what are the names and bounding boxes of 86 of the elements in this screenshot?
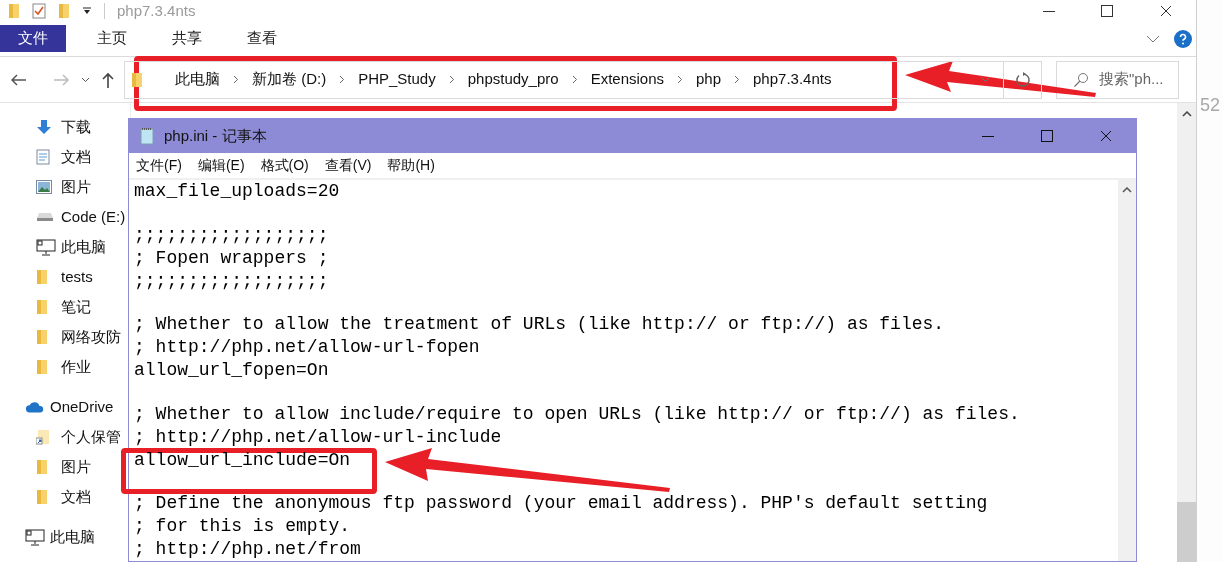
menu-item[interactable]: 编辑(E): [197, 155, 245, 176]
address-bar[interactable]: 此电脑 新加卷 (D:) PHP_Study phpstudy_pro Extensions php php7.3.4nts: [124, 60, 1004, 99]
scroll-up-icon[interactable]: [1122, 187, 1132, 193]
folder-icon: [36, 299, 48, 315]
close-icon[interactable]: [1160, 5, 1172, 17]
code-line: ; Whether to allow the treatment of URLs (like http:// or ftp://) as files.: [134, 313, 945, 336]
download-arrow-icon: [36, 119, 52, 135]
folder-icon: [131, 71, 143, 88]
folder-icon: [36, 269, 48, 285]
code-line: ;;;;;;;;;;;;;;;;;;: [134, 269, 329, 293]
sidebar-item[interactable]: 图片: [36, 453, 91, 481]
close-icon[interactable]: [1100, 130, 1112, 142]
folder-icon: [58, 3, 70, 19]
code-line: ;;;;;;;;;;;;;;;;;;: [134, 223, 329, 247]
code-line: ; Whether to allow include/require to open URLs (like http:// or ftp://) as files.: [134, 402, 1020, 426]
chevron-right-icon: [448, 75, 455, 84]
sidebar-item[interactable]: OneDrive: [25, 393, 114, 421]
notepad-icon: [139, 127, 155, 145]
chevron-right-icon: [571, 75, 578, 84]
ribbon-tab[interactable]: 查看: [233, 25, 291, 52]
chevron-right-icon: [734, 75, 741, 84]
folder-icon: [36, 489, 48, 505]
sidebar-item[interactable]: 文档: [36, 483, 91, 511]
ribbon-tab[interactable]: 文件: [0, 25, 66, 52]
window-title: php7.3.4nts: [117, 0, 196, 21]
menu-item[interactable]: 格式(O): [260, 155, 309, 176]
chevron-right-icon: [677, 75, 683, 84]
sidebar-item[interactable]: 作业: [36, 353, 91, 381]
dropdown-icon[interactable]: [82, 7, 92, 15]
document-icon: [36, 149, 50, 165]
sidebar-item[interactable]: 下载: [36, 113, 91, 141]
computer-icon: [36, 238, 56, 256]
help-icon[interactable]: [1174, 30, 1192, 48]
sidebar-item[interactable]: 图片: [36, 173, 91, 201]
chevron-down-icon[interactable]: [1146, 35, 1160, 43]
code-line: ; http://php.net/from: [134, 538, 361, 561]
breadcrumb-item[interactable]: phpstudy_pro: [467, 68, 559, 91]
chevron-down-icon[interactable]: [81, 76, 90, 83]
breadcrumb-item[interactable]: 此电脑: [175, 68, 220, 91]
code-line: max_file_uploads=20: [134, 180, 340, 203]
sidebar-item[interactable]: 个人保管: [36, 423, 121, 451]
sidebar-item[interactable]: 此电脑: [25, 523, 95, 551]
code-line: allow_url_include=On: [134, 448, 351, 472]
menu-item[interactable]: 帮助(H): [387, 155, 435, 176]
breadcrumb-item[interactable]: php7.3.4nts: [753, 68, 832, 91]
folder-icon: [8, 3, 20, 19]
sidebar-item[interactable]: 笔记: [36, 293, 91, 321]
scrollbar-thumb[interactable]: [1177, 502, 1196, 562]
window-title: php.ini - 记事本: [164, 125, 267, 146]
sidebar-item[interactable]: 文档: [36, 143, 91, 171]
scroll-up-icon[interactable]: [1181, 111, 1192, 117]
checkmark-icon[interactable]: [32, 3, 46, 19]
chevron-right-icon: [233, 75, 239, 84]
up-arrow-icon[interactable]: [102, 71, 114, 88]
chevron-right-icon: [339, 75, 346, 84]
breadcrumb-item[interactable]: php: [696, 68, 722, 91]
code-line: ; Define the anonymous ftp password (your email address). PHP's default setting: [134, 492, 988, 515]
cloud-icon: [25, 400, 45, 414]
folder-icon: [36, 459, 48, 475]
background-text: 52: [1199, 94, 1222, 117]
breadcrumb-item[interactable]: Extensions: [590, 68, 664, 91]
breadcrumb-item[interactable]: 新加卷 (D:): [252, 68, 327, 91]
code-line: ; http://php.net/allow-url-fopen: [134, 336, 480, 359]
code-line: ; http://php.net/allow-url-include: [134, 425, 502, 449]
computer-icon: [25, 528, 45, 546]
code-line: ; for this is empty.: [134, 515, 351, 538]
sidebar-item[interactable]: tests: [36, 263, 93, 291]
sidebar-item[interactable]: Code (E:): [36, 203, 126, 231]
picture-icon: [36, 180, 52, 194]
drive-icon: [36, 212, 54, 222]
folder-icon: [36, 329, 48, 345]
sidebar-item[interactable]: 网络攻防: [36, 323, 121, 351]
ribbon-tab[interactable]: 主页: [83, 25, 141, 52]
refresh-icon: [1014, 71, 1031, 88]
ribbon-tab[interactable]: 共享: [158, 25, 216, 52]
folder-icon: [36, 359, 48, 375]
shortcut-folder-icon: [36, 429, 50, 445]
search-field[interactable]: 搜索"ph...: [1056, 60, 1179, 99]
search-icon: [1073, 71, 1089, 88]
code-line: ; Fopen wrappers ;: [134, 246, 329, 270]
code-line: allow_url_fopen=On: [134, 359, 329, 382]
menu-item[interactable]: 查看(V): [324, 155, 372, 176]
back-arrow-icon[interactable]: [11, 73, 27, 86]
breadcrumb-item[interactable]: PHP_Study: [358, 68, 436, 91]
sidebar-item[interactable]: 此电脑: [36, 233, 106, 261]
menu-item[interactable]: 文件(F): [136, 155, 182, 176]
